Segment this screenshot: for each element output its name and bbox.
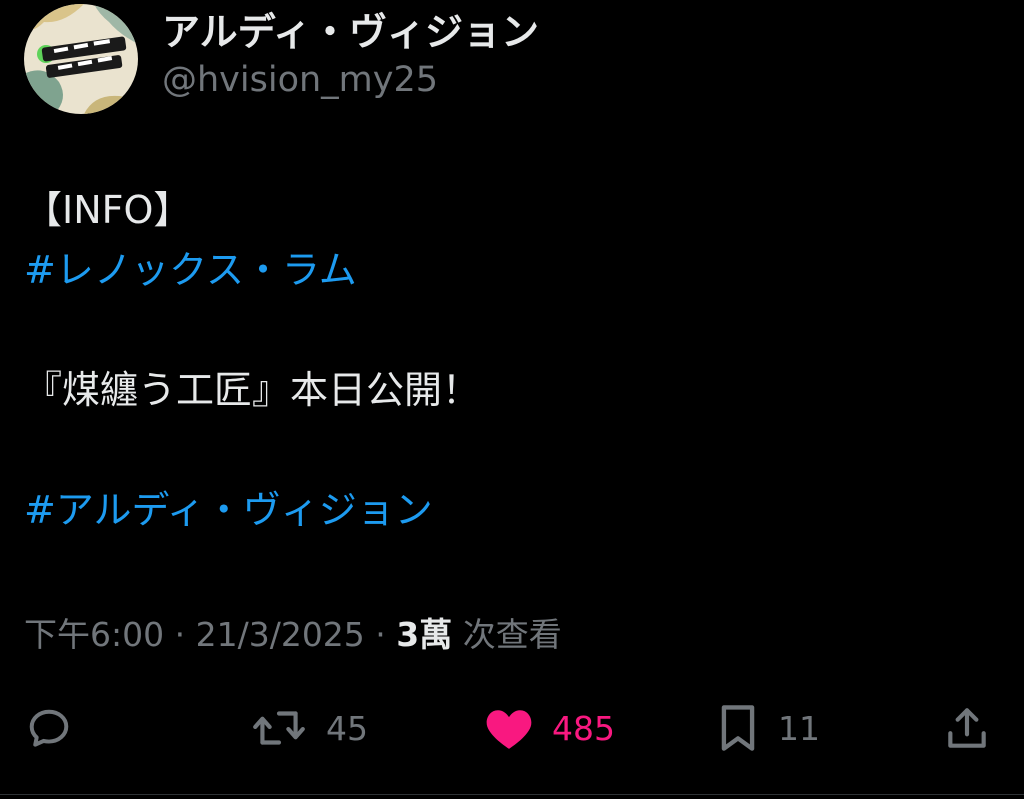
avatar-logo-image (24, 4, 138, 114)
tweet-meta: 下午6:00 · 21/3/2025 · 3萬 次查看 (24, 612, 562, 658)
meta-separator: · (364, 615, 397, 654)
views-count: 3萬 (396, 615, 453, 654)
bookmark-count: 11 (778, 708, 820, 748)
hashtag-link[interactable]: #アルディ・ヴィジョン (24, 488, 433, 532)
retweet-button[interactable]: 45 (250, 696, 368, 760)
tweet-action-bar: 45 485 11 (0, 696, 1024, 760)
tweet-line-info: 【INFO】 (24, 188, 192, 232)
tweet-line-announcement: 『煤纏う工匠』本日公開！ (24, 368, 481, 412)
heart-icon (486, 710, 532, 749)
tweet-time[interactable]: 下午6:00 (24, 615, 164, 654)
tweet-text: 【INFO】 #レノックス・ラム 『煤纏う工匠』本日公開！ #アルディ・ヴィジョ… (24, 180, 480, 540)
retweet-icon (253, 711, 305, 745)
retweet-count: 45 (326, 708, 368, 748)
like-count: 485 (552, 708, 615, 748)
bookmark-button[interactable]: 11 (716, 696, 820, 760)
avatar[interactable] (24, 4, 138, 114)
reply-button[interactable] (24, 696, 74, 760)
divider (0, 794, 1024, 795)
author-handle[interactable]: @hvision_my25 (162, 58, 438, 102)
share-icon (948, 708, 986, 748)
like-button[interactable]: 485 (484, 696, 615, 760)
hashtag-link[interactable]: #レノックス・ラム (24, 248, 357, 292)
bookmark-icon (721, 705, 755, 751)
author-display-name[interactable]: アルディ・ヴィジョン (162, 8, 539, 56)
reply-icon (29, 709, 69, 747)
meta-separator: · (164, 615, 196, 654)
views-label: 次查看 (452, 615, 562, 654)
share-button[interactable] (942, 696, 992, 760)
tweet-date[interactable]: 21/3/2025 (196, 615, 365, 654)
